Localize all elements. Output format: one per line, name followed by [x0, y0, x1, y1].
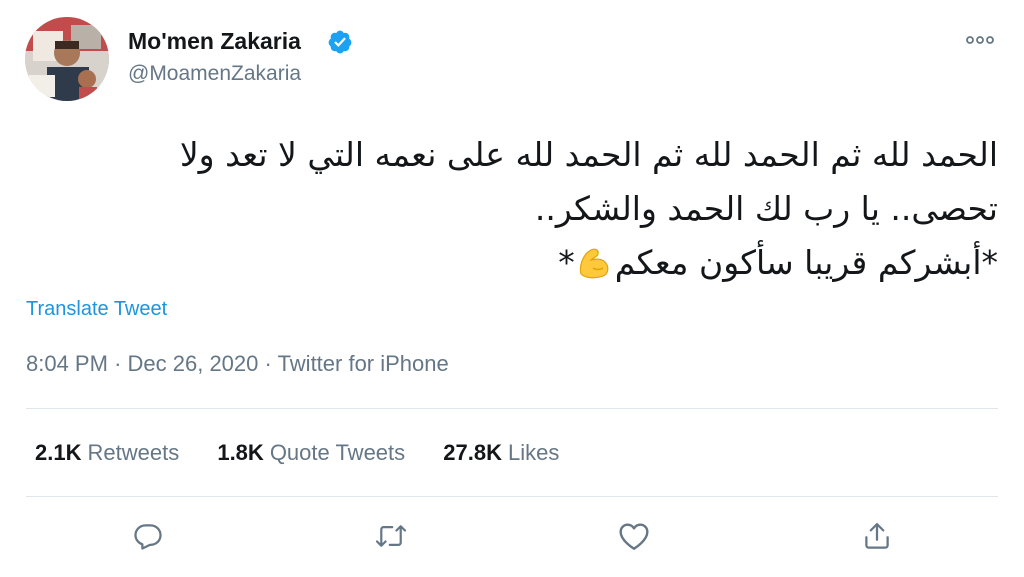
retweets-count: 2.1K — [35, 440, 82, 465]
author-name[interactable]: Mo'men Zakaria — [128, 28, 301, 55]
verified-badge-icon — [328, 30, 352, 54]
tweet-text: الحمد لله ثم الحمد لله ثم الحمد لله على … — [18, 128, 998, 290]
avatar[interactable] — [25, 17, 109, 101]
share-icon — [865, 523, 889, 549]
tweet-line: * — [558, 243, 575, 282]
quote-tweets-count: 1.8K — [217, 440, 264, 465]
engagement-stats: 2.1K Retweets 1.8K Quote Tweets 27.8K Likes — [35, 440, 591, 466]
retweets-label: Retweets — [87, 440, 180, 465]
retweet-icon — [375, 525, 407, 547]
more-options-icon[interactable] — [962, 30, 998, 50]
quote-tweets-stat[interactable]: 1.8K Quote Tweets — [217, 440, 405, 466]
reply-icon — [134, 524, 162, 550]
translate-tweet-link[interactable]: Translate Tweet — [26, 298, 167, 321]
retweets-stat[interactable]: 2.1K Retweets — [35, 440, 179, 466]
author-handle[interactable]: @MoamenZakaria — [128, 62, 301, 86]
tweet-page: Mo'men Zakaria @MoamenZakaria الحمد لله … — [0, 0, 1024, 577]
meta-separator: · — [114, 351, 122, 376]
reply-button[interactable] — [128, 516, 168, 556]
tweet-metadata: 8:04 PM · Dec 26, 2020 · Twitter for iPh… — [26, 351, 449, 377]
divider — [26, 496, 998, 497]
like-icon — [619, 523, 649, 550]
quote-tweets-label: Quote Tweets — [269, 440, 406, 465]
meta-separator: · — [264, 351, 272, 376]
divider — [26, 408, 998, 409]
likes-count: 27.8K — [443, 440, 502, 465]
like-button[interactable] — [614, 516, 654, 556]
tweet-line: *أبشركم قريبا سأكون معكم — [614, 243, 998, 282]
share-button[interactable] — [857, 516, 897, 556]
tweet-line: تحصى.. يا رب لك الحمد والشكر.. — [534, 189, 998, 228]
tweet-line: الحمد لله ثم الحمد لله ثم الحمد لله على … — [179, 135, 998, 174]
tweet-line-with-emoji: *أبشركم قريبا سأكون معكم * — [18, 236, 998, 290]
likes-label: Likes — [508, 440, 560, 465]
tweet-date[interactable]: Dec 26, 2020 — [128, 351, 259, 376]
tweet-time[interactable]: 8:04 PM — [26, 351, 108, 376]
flexed-biceps-emoji-icon — [575, 242, 615, 279]
retweet-button[interactable] — [371, 516, 411, 556]
likes-stat[interactable]: 27.8K Likes — [443, 440, 559, 466]
tweet-source[interactable]: Twitter for iPhone — [278, 351, 449, 376]
